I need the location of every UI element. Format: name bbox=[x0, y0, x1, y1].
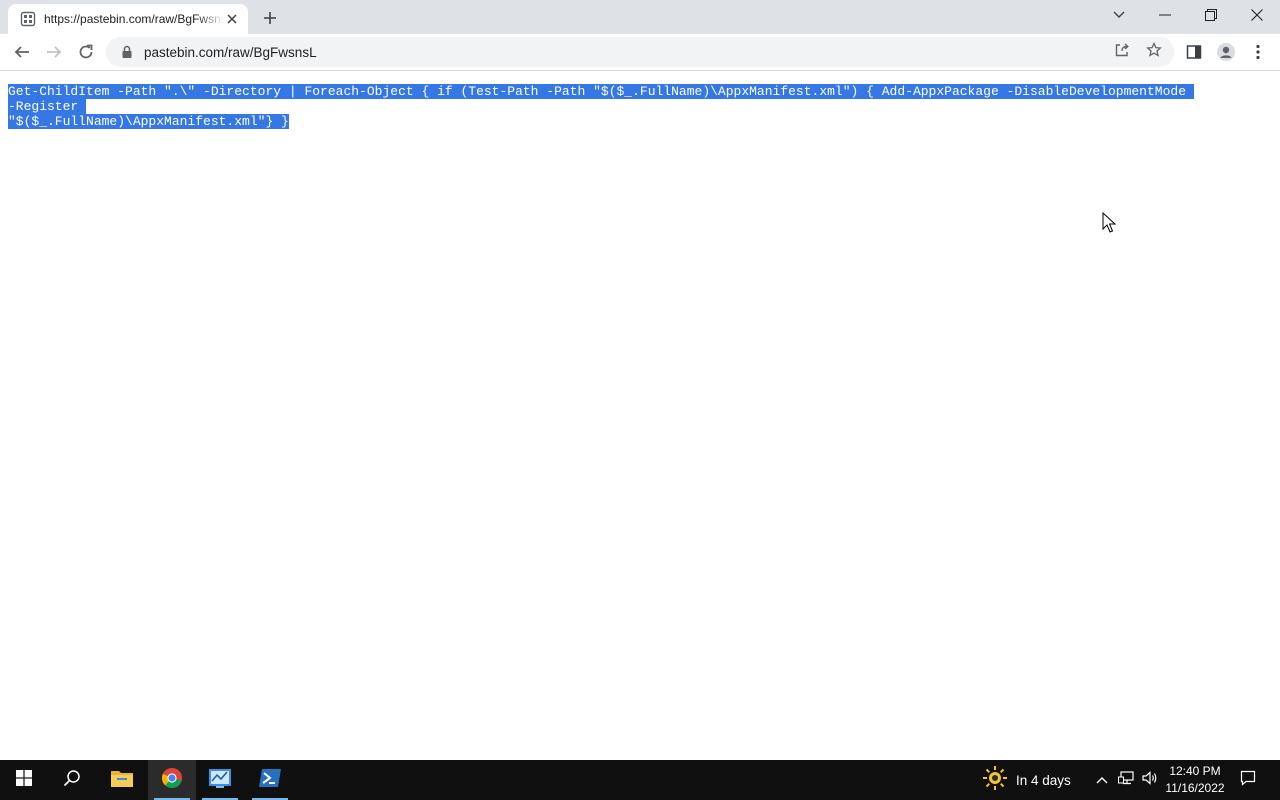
bookmark-star-icon[interactable] bbox=[1142, 38, 1166, 62]
share-icon[interactable] bbox=[1110, 38, 1134, 62]
clock-date: 11/16/2022 bbox=[1165, 780, 1225, 795]
taskbar-search-button[interactable] bbox=[48, 760, 96, 800]
weather-sun-icon bbox=[982, 765, 1008, 796]
taskbar: In 4 days 12:40 PM 11/16/2022 bbox=[0, 760, 1280, 800]
start-icon bbox=[16, 769, 32, 791]
chrome-taskbar-button[interactable] bbox=[148, 760, 196, 800]
tab-title: https://pastebin.com/raw/BgFwsnsL bbox=[44, 12, 224, 26]
browser-tab[interactable]: https://pastebin.com/raw/BgFwsnsL bbox=[8, 4, 248, 34]
side-panel-icon[interactable] bbox=[1180, 38, 1208, 66]
close-window-button[interactable] bbox=[1234, 0, 1280, 30]
network-tool-icon bbox=[208, 767, 232, 794]
volume-icon bbox=[1142, 770, 1158, 790]
show-hidden-icons-button[interactable] bbox=[1090, 760, 1114, 800]
raw-line-2: "$($_.FullName)\AppxManifest.xml"} } bbox=[8, 114, 289, 129]
restore-button[interactable] bbox=[1188, 0, 1234, 30]
start-button[interactable] bbox=[0, 760, 48, 800]
search-icon bbox=[63, 769, 81, 792]
weather-text: In 4 days bbox=[1016, 772, 1071, 788]
raw-line-1: Get-ChildItem -Path ".\" -Directory | Fo… bbox=[8, 84, 1194, 114]
url-text: pastebin.com/raw/BgFwsnsL bbox=[144, 44, 317, 60]
close-tab-icon[interactable] bbox=[224, 11, 240, 27]
address-bar[interactable]: pastebin.com/raw/BgFwsnsL bbox=[106, 37, 1174, 67]
tab-strip: https://pastebin.com/raw/BgFwsnsL bbox=[0, 0, 1280, 34]
profile-avatar-icon[interactable] bbox=[1212, 38, 1240, 66]
back-button[interactable] bbox=[8, 38, 36, 66]
notification-icon bbox=[1240, 770, 1256, 791]
new-tab-button[interactable] bbox=[258, 6, 282, 30]
chrome-icon bbox=[161, 767, 183, 794]
weather-widget[interactable]: In 4 days bbox=[982, 760, 1071, 800]
file-explorer-icon bbox=[110, 768, 134, 793]
reload-button[interactable] bbox=[72, 38, 100, 66]
minimize-button[interactable] bbox=[1142, 0, 1188, 30]
volume-tray-button[interactable] bbox=[1138, 760, 1162, 800]
clock-time: 12:40 PM bbox=[1169, 764, 1221, 778]
page-content: Get-ChildItem -Path ".\" -Directory | Fo… bbox=[0, 72, 1280, 760]
powershell-icon bbox=[258, 768, 282, 793]
browser-toolbar: pastebin.com/raw/BgFwsnsL bbox=[0, 34, 1280, 71]
file-explorer-button[interactable] bbox=[98, 760, 146, 800]
forward-button[interactable] bbox=[40, 38, 68, 66]
chevron-up-icon bbox=[1096, 771, 1108, 789]
system-clock[interactable]: 12:40 PM 11/16/2022 bbox=[1162, 763, 1228, 796]
network-tray-button[interactable] bbox=[1114, 760, 1138, 800]
menu-kebab-icon[interactable] bbox=[1244, 38, 1272, 66]
network-icon bbox=[1118, 770, 1134, 790]
pastebin-icon bbox=[20, 11, 36, 27]
network-tool-taskbar-button[interactable] bbox=[196, 760, 244, 800]
action-center-button[interactable] bbox=[1230, 760, 1266, 800]
tab-search-icon[interactable] bbox=[1096, 0, 1142, 30]
raw-paste-text[interactable]: Get-ChildItem -Path ".\" -Directory | Fo… bbox=[8, 84, 1194, 129]
mouse-pointer-icon bbox=[1102, 212, 1116, 233]
powershell-taskbar-button[interactable] bbox=[246, 760, 294, 800]
lock-icon[interactable] bbox=[120, 45, 134, 59]
